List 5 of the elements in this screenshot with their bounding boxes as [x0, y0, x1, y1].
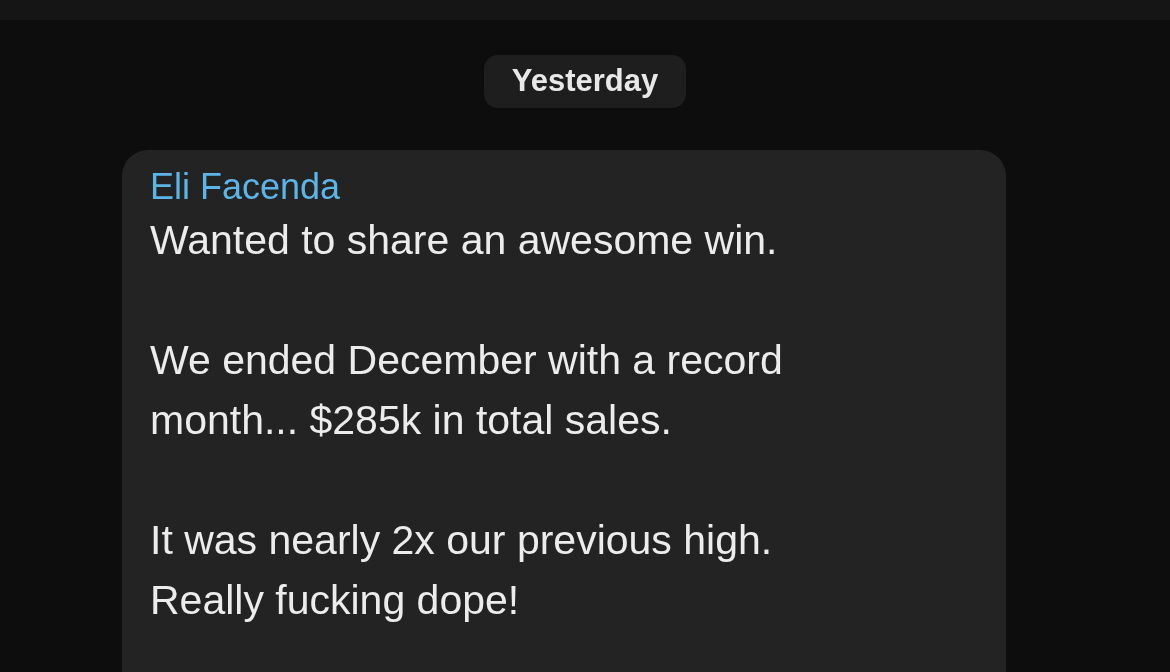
message-text: We ended December with a record month... $285k in total sales. — [150, 336, 783, 445]
sender-name: Eli Facenda — [150, 165, 341, 209]
date-divider: Yesterday — [483, 55, 687, 108]
message-text: It was nearly 2x our previous high. Really fucking dope! — [150, 516, 773, 625]
message-text: Wanted to share an awesome win. — [150, 216, 778, 265]
